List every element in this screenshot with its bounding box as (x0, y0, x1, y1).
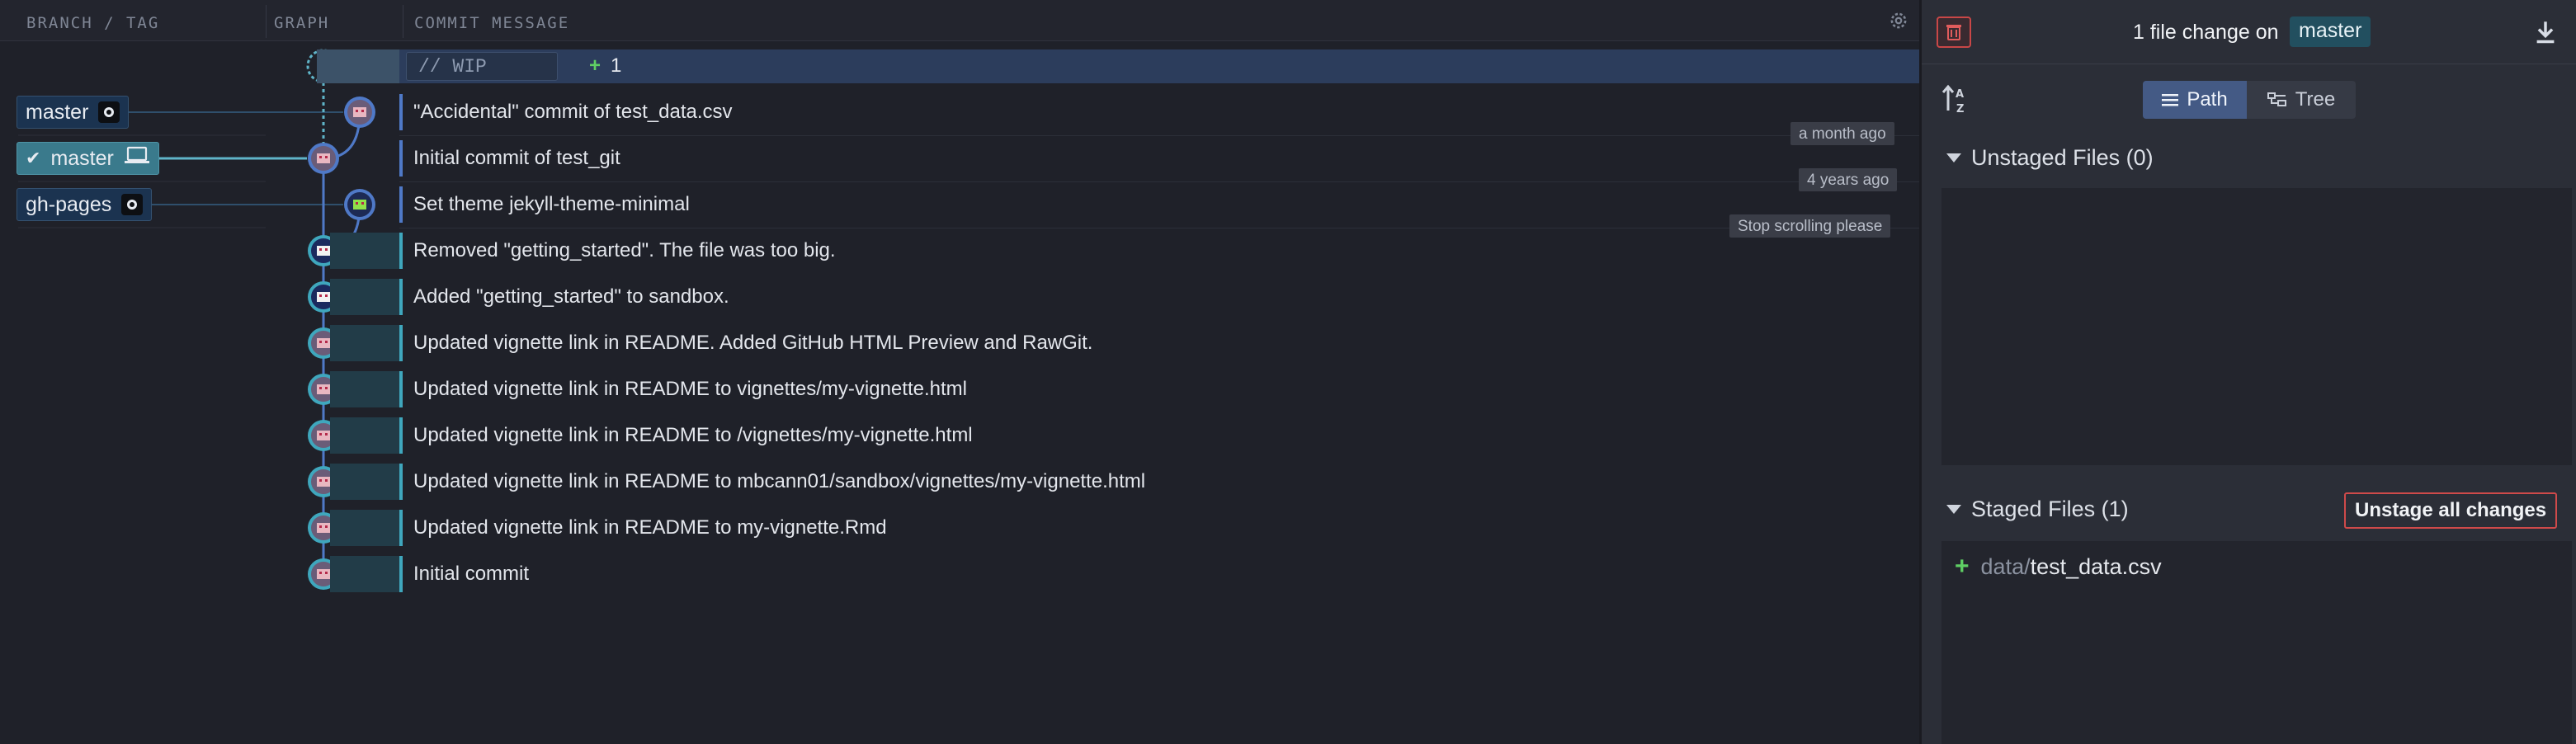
github-icon (98, 101, 120, 123)
collapse-caret-icon (1946, 505, 1961, 514)
lane-color-bar (399, 556, 403, 592)
lane-highlight (330, 233, 399, 269)
commit-message: Initial commit (413, 563, 530, 585)
lane-highlight (330, 371, 399, 407)
commit-message: Initial commit of test_git (413, 147, 620, 169)
lane-color-bar (399, 186, 403, 223)
lane-highlight (330, 464, 399, 500)
commit-row[interactable]: Updated vignette link in README to my-vi… (399, 505, 1919, 551)
lane-color-bar (399, 371, 403, 407)
tree-view-button[interactable]: Tree (2247, 81, 2356, 119)
lane-color-bar (399, 279, 403, 315)
wip-file-count: +1 (589, 54, 621, 78)
wip-row[interactable]: // WIP +1 (317, 49, 1919, 83)
wip-message-input[interactable]: // WIP (406, 52, 558, 81)
added-icon: + (1955, 553, 1970, 580)
list-icon (2162, 94, 2179, 106)
branch-label-local-master[interactable]: ✔ master (17, 142, 159, 175)
commit-row[interactable]: Updated vignette link in README to vigne… (399, 366, 1919, 412)
file-change-summary: 1 file change on (2133, 21, 2279, 44)
lane-color-bar (399, 417, 403, 454)
timestamp-tooltip: a month ago (1790, 122, 1894, 145)
path-view-button[interactable]: Path (2143, 81, 2247, 119)
commit-row[interactable]: "Accidental" commit of test_data.csv (399, 89, 1919, 135)
commit-message: Removed "getting_started". The file was … (413, 239, 836, 261)
plus-icon: + (589, 54, 602, 77)
path-view-label: Path (2187, 88, 2228, 111)
scroll-tooltip: Stop scrolling please (1729, 214, 1891, 238)
commit-row[interactable]: Updated vignette link in README. Added G… (399, 320, 1919, 366)
unstaged-files-list (1941, 188, 2572, 465)
lane-highlight (330, 279, 399, 315)
commit-row[interactable]: Added "getting_started" to sandbox. (399, 274, 1919, 320)
staging-header: 1 file change on master (1922, 0, 2576, 64)
commit-row[interactable]: Removed "getting_started". The file was … (399, 228, 1919, 274)
staged-file-item[interactable]: + data/test_data.csv (1955, 553, 2162, 581)
discard-changes-button[interactable] (1937, 16, 1971, 48)
wip-lane-swatch (317, 49, 399, 83)
gitkraken-window: BRANCH / TAG GRAPH COMMIT MESSAGE // WIP… (0, 0, 2576, 744)
commit-avatar-node[interactable] (344, 97, 375, 128)
lane-highlight (330, 510, 399, 546)
commit-avatar-node[interactable] (308, 143, 339, 174)
branch-name: gh-pages (26, 192, 112, 216)
staging-pane: 1 file change on master A Z Path Tree Un… (1919, 0, 2576, 744)
branch-label-gh-pages[interactable]: gh-pages (17, 188, 153, 221)
github-icon (121, 194, 144, 215)
commit-message: "Accidental" commit of test_data.csv (413, 101, 733, 123)
branch-label-remote-master[interactable]: master (17, 96, 130, 129)
laptop-icon (124, 146, 150, 172)
collapse-caret-icon (1946, 153, 1961, 162)
commit-message: Updated vignette link in README to vigne… (413, 378, 967, 400)
lane-color-bar (399, 464, 403, 500)
file-directory: data/ (1980, 553, 2031, 579)
timestamp-tooltip: 4 years ago (1799, 168, 1898, 191)
commit-row[interactable]: Updated vignette link in README to /vign… (399, 412, 1919, 459)
commit-avatar-node[interactable] (344, 189, 375, 220)
svg-text:A: A (1956, 88, 1964, 101)
branch-name: master (50, 146, 114, 170)
unstage-all-button[interactable]: Unstage all changes (2344, 492, 2558, 529)
trash-icon (1946, 25, 1961, 40)
staged-files-title: Staged Files (1) (1971, 497, 2129, 521)
branch-name: master (26, 100, 89, 124)
tree-view-label: Tree (2295, 88, 2336, 111)
commit-message: Updated vignette link in README. Added G… (413, 332, 1093, 354)
view-mode-toggle: Path Tree (2143, 81, 2356, 119)
unstaged-files-header[interactable]: Unstaged Files (0) (1946, 145, 2154, 171)
commit-row[interactable]: Initial commit (399, 551, 1919, 597)
unstaged-files-title: Unstaged Files (0) (1971, 145, 2154, 170)
lane-color-bar (399, 94, 403, 130)
lane-highlight (330, 556, 399, 592)
lane-highlight (330, 325, 399, 361)
commit-message: Updated vignette link in README to my-vi… (413, 516, 887, 539)
commit-message: Updated vignette link in README to mbcan… (413, 470, 1146, 492)
svg-text:Z: Z (1956, 103, 1964, 115)
file-name: test_data.csv (2030, 553, 2162, 579)
check-icon: ✔ (26, 148, 41, 168)
lane-color-bar (399, 325, 403, 361)
commit-graph-pane: BRANCH / TAG GRAPH COMMIT MESSAGE // WIP… (0, 0, 1919, 744)
lane-color-bar (399, 510, 403, 546)
commit-message: Set theme jekyll-theme-minimal (413, 193, 690, 215)
commit-row[interactable]: Updated vignette link in README to mbcan… (399, 459, 1919, 505)
commit-message: Updated vignette link in README to /vign… (413, 424, 973, 446)
commit-row[interactable]: Initial commit of test_git (399, 135, 1919, 181)
staged-files-header[interactable]: Staged Files (1) (1946, 497, 2129, 522)
lane-highlight (330, 417, 399, 454)
lane-color-bar (399, 140, 403, 177)
current-branch-chip: master (2290, 16, 2371, 47)
commit-message: Added "getting_started" to sandbox. (413, 285, 729, 308)
lane-color-bar (399, 233, 403, 269)
download-icon[interactable] (2534, 20, 2557, 45)
commit-row[interactable]: Set theme jekyll-theme-minimal (399, 181, 1919, 228)
sort-icon[interactable]: A Z (1941, 84, 1970, 115)
tree-icon (2267, 92, 2286, 106)
wip-count-value: 1 (611, 54, 622, 77)
